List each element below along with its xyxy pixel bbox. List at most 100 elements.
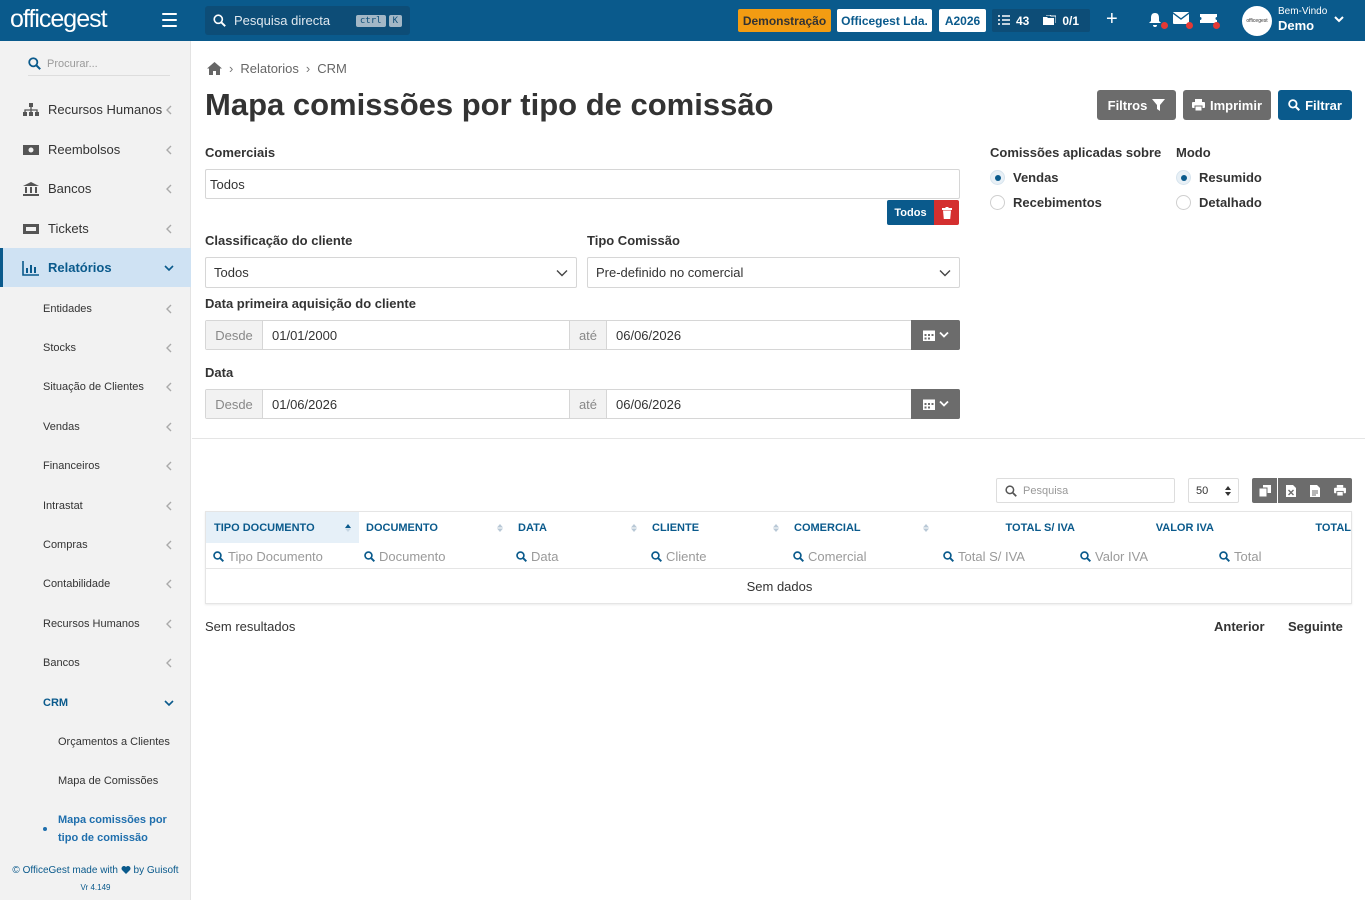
clear-comerciais-button[interactable] <box>934 200 959 225</box>
docs-count[interactable]: 0/1 <box>1062 14 1079 28</box>
pdf-button[interactable] <box>1302 478 1327 503</box>
column-comercial[interactable]: COMERCIAL <box>788 512 933 543</box>
radio-detalhado[interactable]: Detalhado <box>1176 195 1262 210</box>
todos-button[interactable]: Todos <box>887 200 934 225</box>
radio-recebimentos[interactable]: Recebimentos <box>990 195 1102 210</box>
column-valor-iva[interactable]: VALOR IVA <box>1075 512 1214 543</box>
column-data[interactable]: DATA <box>511 512 646 543</box>
data-from-input[interactable]: 01/06/2026 <box>263 390 569 418</box>
aquisicao-calendar-button[interactable] <box>911 320 960 350</box>
radio-vendas[interactable]: Vendas <box>990 170 1059 185</box>
filtros-button[interactable]: Filtros <box>1097 90 1176 120</box>
menu-toggle-icon[interactable] <box>162 13 177 27</box>
radio-resumido-label: Resumido <box>1199 170 1262 185</box>
column-documento[interactable]: DOCUMENTO <box>359 512 511 543</box>
footer-by[interactable]: by Guisoft <box>134 865 179 876</box>
filter-cliente[interactable]: Cliente <box>651 546 706 566</box>
data-calendar-button[interactable] <box>911 389 960 419</box>
user-greeting[interactable]: Bem-Vindo Demo <box>1278 6 1328 33</box>
sidebar-subitem-entidades[interactable]: Entidades <box>0 289 191 328</box>
filter-placeholder: Total <box>1234 548 1262 564</box>
filter-data[interactable]: Data <box>516 546 558 566</box>
page-size-select[interactable]: 50 <box>1188 478 1239 503</box>
filter-comercial[interactable]: Comercial <box>793 546 867 566</box>
radio-vendas-control[interactable] <box>990 170 1005 185</box>
filter-total[interactable]: Total <box>1219 546 1261 566</box>
classificacao-select[interactable]: Todos <box>205 257 577 288</box>
breadcrumb-relatorios[interactable]: Relatorios <box>240 61 299 76</box>
sidebar-subitem-bancos[interactable]: Bancos <box>0 643 191 682</box>
filter-placeholder: Data <box>531 548 559 564</box>
ticket-icon[interactable] <box>1200 12 1220 29</box>
mail-icon[interactable] <box>1172 12 1193 29</box>
radio-resumido-control[interactable] <box>1176 170 1191 185</box>
tasks-count[interactable]: 43 <box>1016 14 1029 28</box>
sidebar-subitem-recursos-humanos[interactable]: Recursos Humanos <box>0 604 191 643</box>
excel-button[interactable] <box>1278 478 1303 503</box>
filter-documento[interactable]: Documento <box>364 546 445 566</box>
table-search-input[interactable]: Pesquisa <box>996 478 1175 503</box>
aquisicao-from-input[interactable]: 01/01/2000 <box>263 321 569 349</box>
copy-button[interactable] <box>1252 478 1277 503</box>
breadcrumb-crm[interactable]: CRM <box>317 61 347 76</box>
sidebar-item-recursos-humanos[interactable]: Recursos Humanos <box>0 90 191 129</box>
avatar[interactable]: officegest <box>1242 6 1272 36</box>
welcome-text: Bem-Vindo <box>1278 6 1328 17</box>
sidebar-item-bancos[interactable]: Bancos <box>0 169 191 208</box>
pagination-next[interactable]: Seguinte <box>1288 619 1343 634</box>
column-total-s-iva[interactable]: TOTAL S/ IVA <box>933 512 1075 543</box>
app-logo[interactable]: officegest <box>10 5 108 34</box>
chevron-left-icon <box>166 540 172 549</box>
sidebar-item-reembolsos[interactable]: Reembolsos <box>0 130 191 169</box>
sidebar-subitem-intrastat[interactable]: Intrastat <box>0 486 191 525</box>
sidebar-search[interactable]: Procurar... <box>28 52 170 76</box>
print-table-button[interactable] <box>1327 478 1352 503</box>
sidebar-subitem-situacao-clientes[interactable]: Situação de Clientes <box>0 367 191 406</box>
sidebar-subitem-stocks[interactable]: Stocks <box>0 328 191 367</box>
sidebar-crm-current[interactable]: Mapa comissões por tipo de comissão <box>0 807 191 851</box>
demo-badge[interactable]: Demonstração <box>738 9 831 32</box>
aquisicao-to-input[interactable]: 06/06/2026 <box>607 321 907 349</box>
column-total[interactable]: TOTAL <box>1214 512 1351 543</box>
sidebar-item-relatorios[interactable]: Relatórios <box>0 248 191 287</box>
filtrar-button[interactable]: Filtrar <box>1278 90 1352 120</box>
sort-icon <box>773 524 779 532</box>
data-to-input[interactable]: 06/06/2026 <box>607 390 907 418</box>
bell-icon[interactable] <box>1148 12 1168 29</box>
breadcrumb-separator: › <box>229 61 234 76</box>
column-tipo-documento[interactable]: TIPO DOCUMENTO <box>206 512 359 543</box>
folders-icon[interactable] <box>1043 15 1057 26</box>
filter-total-s-iva[interactable]: Total S/ IVA <box>943 546 1025 566</box>
radio-detalhado-control[interactable] <box>1176 195 1191 210</box>
home-icon[interactable] <box>207 62 222 75</box>
sidebar-subitem-label: Stocks <box>43 341 77 354</box>
radio-resumido[interactable]: Resumido <box>1176 170 1262 185</box>
sidebar-item-tickets[interactable]: Tickets <box>0 209 191 248</box>
money-icon <box>23 144 39 155</box>
pagination-prev[interactable]: Anterior <box>1214 619 1265 634</box>
sidebar-subitem-crm[interactable]: CRM <box>0 683 191 722</box>
sort-icon <box>497 524 503 532</box>
radio-recebimentos-control[interactable] <box>990 195 1005 210</box>
filter-tipo-documento[interactable]: Tipo Documento <box>213 546 323 566</box>
imprimir-button[interactable]: Imprimir <box>1183 90 1271 120</box>
sidebar-item-label: Relatórios <box>48 260 112 275</box>
add-icon[interactable]: + <box>1106 8 1118 31</box>
user-menu-chevron-icon[interactable] <box>1333 13 1345 25</box>
column-header-label: COMERCIAL <box>794 521 861 534</box>
company-selector[interactable]: Officegest Lda. <box>837 9 932 32</box>
sidebar-subitem-vendas[interactable]: Vendas <box>0 407 191 446</box>
year-selector[interactable]: A2026 <box>939 9 986 32</box>
comerciais-input[interactable]: Todos <box>205 169 960 199</box>
sidebar-subitem-contabilidade[interactable]: Contabilidade <box>0 564 191 603</box>
filter-valor-iva[interactable]: Valor IVA <box>1080 546 1148 566</box>
tasks-icon[interactable] <box>998 15 1010 26</box>
column-cliente[interactable]: CLIENTE <box>646 512 788 543</box>
sidebar-subitem-compras[interactable]: Compras <box>0 525 191 564</box>
global-search[interactable]: Pesquisa directa ctrl K <box>205 6 410 35</box>
comerciais-label: Comerciais <box>205 145 276 160</box>
sidebar-crm-orcamentos[interactable]: Orçamentos a Clientes <box>0 722 191 761</box>
tipo-comissao-select[interactable]: Pre-definido no comercial <box>587 257 960 288</box>
sidebar-crm-mapa-comissoes[interactable]: Mapa de Comissões <box>0 761 191 800</box>
sidebar-subitem-financeiros[interactable]: Financeiros <box>0 446 191 485</box>
